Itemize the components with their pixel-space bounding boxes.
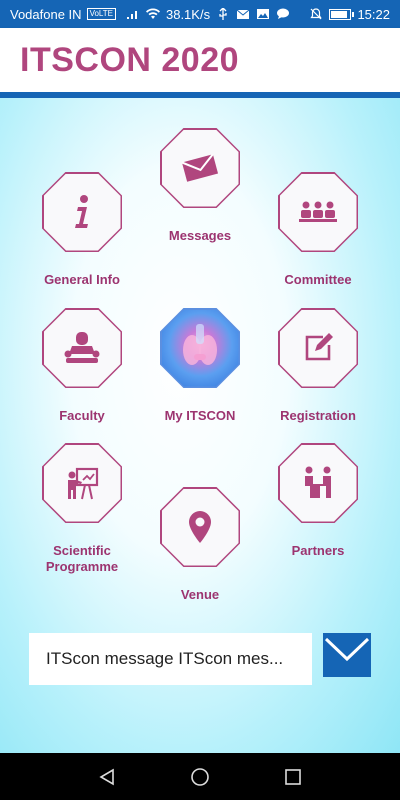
status-bar: Vodafone IN VoLTE 38.1K/s 15:22 <box>0 0 400 28</box>
recents-square-icon <box>285 768 302 785</box>
tile-label: General Info <box>44 272 120 287</box>
app-title: ITSCON 2020 <box>20 40 240 79</box>
recents-button[interactable] <box>273 757 313 797</box>
registration-frame <box>278 308 358 388</box>
location-pin-icon <box>189 511 211 543</box>
general-info-frame <box>42 172 122 252</box>
mail-button[interactable] <box>323 633 371 677</box>
tile-venue[interactable]: Venue <box>140 487 260 603</box>
tile-general-info[interactable]: General Info <box>22 172 142 288</box>
tile-label: Registration <box>280 408 356 423</box>
envelope-icon <box>182 154 218 182</box>
home-button[interactable] <box>180 757 220 797</box>
speaker-icon <box>64 332 100 363</box>
committee-frame <box>278 172 358 252</box>
system-nav-bar <box>0 753 400 800</box>
envelope-icon <box>324 637 370 662</box>
tile-label: Venue <box>180 587 220 602</box>
back-triangle-icon <box>99 768 114 785</box>
message-ticker-text: ITScon message ITScon mes... <box>46 649 284 668</box>
tile-label: My ITSCON <box>164 408 236 423</box>
wifi-icon <box>145 8 160 19</box>
tile-label: Partners <box>291 543 345 558</box>
faculty-frame <box>42 308 122 388</box>
status-right: 15:22 <box>309 7 390 22</box>
tile-faculty[interactable]: Faculty <box>22 308 142 424</box>
carrier-name: Vodafone IN <box>10 6 82 22</box>
gallery-notification-icon <box>257 9 270 19</box>
tile-label: Messages <box>168 228 232 243</box>
signal-icon <box>126 11 137 19</box>
battery-icon <box>329 8 355 20</box>
message-ticker[interactable]: ITScon message ITScon mes... <box>29 633 312 685</box>
venue-frame <box>160 487 240 567</box>
app-header: ITSCON 2020 <box>0 28 400 92</box>
presenter-icon <box>68 467 99 500</box>
clock: 15:22 <box>357 6 390 22</box>
tile-label: Scientific Programme <box>45 543 119 574</box>
info-icon <box>75 195 88 228</box>
chat-notification-icon <box>277 8 290 19</box>
tile-registration[interactable]: Registration <box>258 308 378 424</box>
group-icon <box>299 201 337 222</box>
scientific-programme-frame <box>42 443 122 523</box>
mail-notification-icon <box>236 9 250 19</box>
mute-bell-icon <box>310 8 323 20</box>
tile-label: Committee <box>284 272 352 287</box>
partners-icon <box>305 466 331 498</box>
tile-my-itscon[interactable]: My ITSCON <box>140 308 260 424</box>
my-itscon-frame <box>160 308 240 388</box>
thyroid-image <box>183 324 217 365</box>
carrier-group: Vodafone IN VoLTE <box>10 7 116 22</box>
back-button[interactable] <box>87 757 127 797</box>
network-speed: 38.1K/s <box>165 6 211 22</box>
tile-scientific-programme[interactable]: Scientific Programme <box>22 443 142 575</box>
usb-icon <box>219 8 227 20</box>
edit-icon <box>305 333 333 361</box>
status-mid: 38.1K/s <box>126 7 290 22</box>
volte-badge: VoLTE <box>86 8 116 20</box>
tile-messages[interactable]: Messages <box>140 128 260 244</box>
tile-label: Faculty <box>59 408 105 423</box>
tile-committee[interactable]: Committee <box>258 172 378 288</box>
home-circle-icon <box>191 767 209 786</box>
partners-frame <box>278 443 358 523</box>
tile-partners[interactable]: Partners <box>258 443 378 559</box>
messages-frame <box>160 128 240 208</box>
